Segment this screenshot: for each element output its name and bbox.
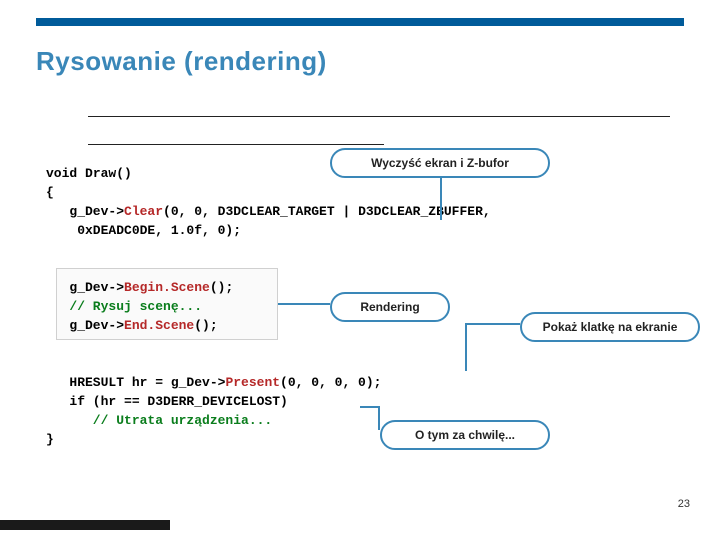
bottom-accent-bar <box>0 520 170 530</box>
divider-2 <box>88 144 384 145</box>
code-fn-present: Present <box>225 375 280 390</box>
code-fn-endscene: End.Scene <box>124 318 194 333</box>
code-text: g_Dev-> <box>46 318 124 333</box>
top-accent-bar <box>36 18 684 26</box>
code-brace: { <box>46 185 54 200</box>
code-brace: } <box>46 432 54 447</box>
page-number: 23 <box>678 498 690 510</box>
connector-line <box>378 406 380 430</box>
callout-devicelost: O tym za chwilę... <box>380 420 550 450</box>
connector-line <box>360 406 380 408</box>
code-text: (0, 0, 0, 0); <box>280 375 381 390</box>
callout-clear: Wyczyść ekran i Z-bufor <box>330 148 550 178</box>
connector-line <box>278 303 330 305</box>
code-text: 0xDEADC0DE, 1.0f, 0); <box>46 223 241 238</box>
code-text: Draw() <box>77 166 132 181</box>
code-text: g_Dev-> <box>46 204 124 219</box>
connector-line <box>440 176 442 220</box>
code-fn-beginscene: Begin.Scene <box>124 280 210 295</box>
slide-title: Rysowanie (rendering) <box>36 46 327 77</box>
callout-present: Pokaż klatkę na ekranie <box>520 312 700 342</box>
code-text: HRESULT hr = g_Dev-> <box>46 375 225 390</box>
code-text: (); <box>194 318 217 333</box>
code-comment-scene: // Rysuj scenę... <box>46 299 202 314</box>
code-kw: void <box>46 166 77 181</box>
code-comment-lost: // Utrata urządzenia... <box>46 413 272 428</box>
code-text: if (hr == D3DERR_DEVICELOST) <box>46 394 288 409</box>
code-text: g_Dev-> <box>46 280 124 295</box>
callout-rendering: Rendering <box>330 292 450 322</box>
divider-1 <box>88 116 670 117</box>
connector-line <box>465 323 520 325</box>
code-fn-clear: Clear <box>124 204 163 219</box>
connector-line <box>465 323 467 371</box>
code-text: (); <box>210 280 233 295</box>
